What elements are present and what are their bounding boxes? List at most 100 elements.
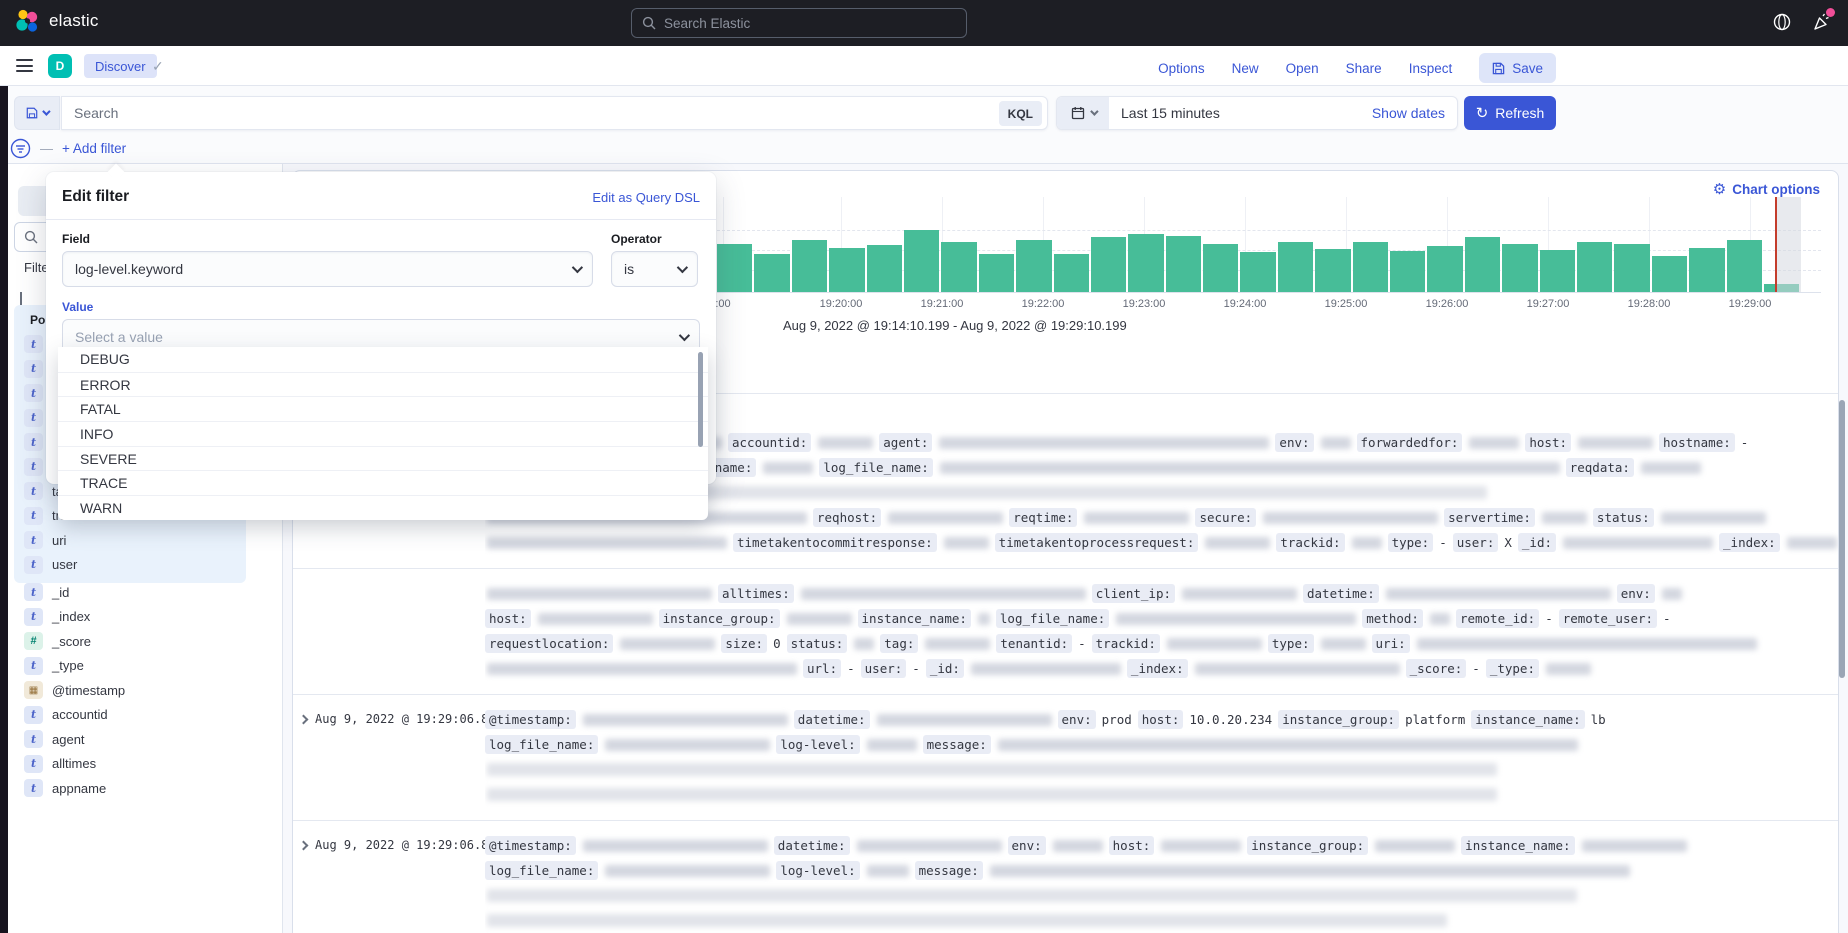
histogram-bar[interactable] <box>717 244 752 292</box>
histogram-bar[interactable] <box>1502 244 1537 292</box>
histogram-bar[interactable] <box>1465 237 1500 292</box>
guided-setup-icon[interactable] <box>1772 12 1792 32</box>
value-option-warn[interactable]: WARN <box>58 495 708 520</box>
nav-link-new[interactable]: New <box>1232 61 1259 76</box>
field-badge: @timestamp: <box>485 710 576 729</box>
value-option-debug[interactable]: DEBUG <box>58 347 708 372</box>
saved-query-menu-button[interactable] <box>14 96 60 130</box>
x-tick-label: 19:20:00 <box>820 298 863 310</box>
field-select-value: log-level.keyword <box>75 261 183 277</box>
histogram-bar[interactable] <box>1689 248 1724 292</box>
show-dates-button[interactable]: Show dates <box>1372 105 1445 121</box>
chart-options-button[interactable]: ⚙ Chart options <box>1713 180 1820 198</box>
field-item-agent[interactable]: tagent <box>14 727 264 752</box>
histogram-bar[interactable] <box>1390 251 1425 292</box>
field-item-uri[interactable]: turi <box>14 528 246 553</box>
calendar-icon <box>1071 106 1085 120</box>
histogram-bar[interactable] <box>1128 234 1163 292</box>
histogram-bar[interactable] <box>941 242 976 292</box>
value-option-info[interactable]: INFO <box>58 421 708 446</box>
save-button[interactable]: Save <box>1479 53 1556 83</box>
redacted-value <box>487 914 1447 927</box>
histogram-bar[interactable] <box>1427 246 1462 292</box>
value-option-error[interactable]: ERROR <box>58 372 708 397</box>
histogram-bar[interactable] <box>754 254 789 292</box>
nav-link-share[interactable]: Share <box>1346 61 1382 76</box>
value-label: Value <box>62 300 700 314</box>
field-badge: type: <box>1268 634 1314 653</box>
field-item-_score[interactable]: #_score <box>14 629 264 654</box>
field-item-_index[interactable]: t_index <box>14 605 264 630</box>
value-option-trace[interactable]: TRACE <box>58 470 708 495</box>
newsfeed-icon[interactable] <box>1812 12 1832 32</box>
histogram-bar[interactable] <box>1353 242 1388 292</box>
field-item-appname[interactable]: tappname <box>14 776 264 801</box>
refresh-button[interactable]: ↻ Refresh <box>1464 96 1556 130</box>
nav-link-options[interactable]: Options <box>1158 61 1205 76</box>
histogram-bar[interactable] <box>904 230 939 292</box>
histogram-bar[interactable] <box>1054 254 1089 292</box>
histogram-bar[interactable] <box>1652 256 1687 292</box>
field-select[interactable]: log-level.keyword <box>62 251 593 287</box>
field-item-_id[interactable]: t_id <box>14 580 264 605</box>
operator-select[interactable]: is <box>611 251 698 287</box>
field-value: - <box>1663 611 1671 626</box>
breadcrumb-discover[interactable]: Discover <box>84 54 157 78</box>
global-search-input[interactable]: Search Elastic <box>631 8 967 38</box>
nav-link-open[interactable]: Open <box>1286 61 1319 76</box>
field-item-@timestamp[interactable]: ▦@timestamp <box>14 678 264 703</box>
histogram-bar[interactable] <box>1203 244 1238 292</box>
filters-menu-icon[interactable] <box>10 138 31 159</box>
text-field-icon: t <box>24 458 43 476</box>
text-field-icon: t <box>24 482 43 500</box>
field-item-alltimes[interactable]: talltimes <box>14 752 264 777</box>
field-badge: datetime: <box>774 836 850 855</box>
histogram-bar[interactable] <box>1577 242 1612 292</box>
x-tick-label: 19:26:00 <box>1426 298 1469 310</box>
histogram-bar[interactable] <box>1016 240 1051 292</box>
histogram-bar[interactable] <box>1315 249 1350 292</box>
field-value: - <box>1472 661 1480 676</box>
histogram-bar[interactable] <box>867 245 902 292</box>
field-value: - <box>1078 636 1086 651</box>
kql-language-button[interactable]: KQL <box>999 101 1042 126</box>
doc-summary: @timestamp:datetime:env:host:instance_gr… <box>485 833 1838 933</box>
time-range-value[interactable]: Last 15 minutes <box>1121 105 1372 121</box>
menu-button[interactable] <box>16 59 33 72</box>
histogram-bar[interactable] <box>1540 250 1575 292</box>
histogram-bar[interactable] <box>979 254 1014 292</box>
edit-as-query-dsl-link[interactable]: Edit as Query DSL <box>592 190 700 205</box>
field-item-_type[interactable]: t_type <box>14 654 264 679</box>
histogram-bar[interactable] <box>1166 236 1201 292</box>
doc-summary-line: host:instance_group:instance_name:log_fi… <box>485 606 1838 631</box>
date-picker[interactable]: Last 15 minutes Show dates <box>1056 96 1458 130</box>
date-picker-quick-menu[interactable] <box>1057 97 1109 129</box>
redacted-value <box>583 714 788 726</box>
value-option-fatal[interactable]: FATAL <box>58 396 708 421</box>
field-badge: instance_group: <box>659 609 780 628</box>
add-filter-button[interactable]: + Add filter <box>62 141 126 156</box>
histogram-bar[interactable] <box>1091 237 1126 292</box>
histogram-bar[interactable] <box>1727 240 1762 292</box>
table-scrollbar[interactable] <box>1839 400 1845 678</box>
histogram-bar[interactable] <box>1278 242 1313 292</box>
field-item-accountid[interactable]: taccountid <box>14 703 264 728</box>
nav-link-inspect[interactable]: Inspect <box>1409 61 1453 76</box>
options-scrollbar[interactable] <box>698 352 703 447</box>
value-option-severe[interactable]: SEVERE <box>58 446 708 471</box>
histogram-bar[interactable] <box>829 248 864 292</box>
field-item-user[interactable]: tuser <box>14 553 246 578</box>
histogram-bar[interactable] <box>1240 252 1275 292</box>
field-badge: instance_name: <box>1471 710 1584 729</box>
query-search-input[interactable]: Search KQL <box>61 96 1048 130</box>
histogram-bar[interactable] <box>792 240 827 292</box>
doc-summary: @timestamp:datetime:env:prodhost:10.0.20… <box>485 707 1838 807</box>
expand-row-icon[interactable] <box>299 841 309 851</box>
field-badge: message: <box>923 735 991 754</box>
histogram-bars[interactable] <box>717 230 1802 292</box>
text-field-icon: t <box>24 360 43 378</box>
elastic-logo[interactable]: elastic <box>14 8 99 34</box>
expand-row-icon[interactable] <box>299 715 309 725</box>
histogram-bar[interactable] <box>1614 244 1649 292</box>
space-avatar[interactable]: D <box>48 54 72 78</box>
